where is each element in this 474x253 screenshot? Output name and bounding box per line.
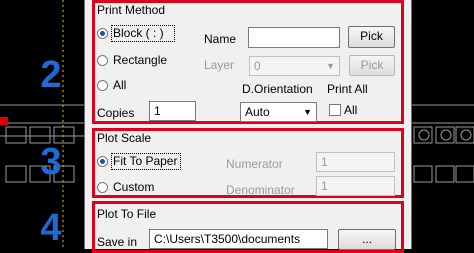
- layer-pick-button[interactable]: Pick: [349, 55, 395, 76]
- orientation-label: D.Orientation: [242, 82, 313, 96]
- print-method-title: Print Method: [97, 3, 166, 17]
- browse-button[interactable]: ...: [338, 229, 396, 250]
- numerator-label: Numerator: [226, 157, 283, 171]
- orientation-select-value: Auto: [245, 105, 270, 119]
- all-radio-label[interactable]: All: [113, 78, 126, 92]
- copies-label: Copies: [97, 106, 135, 120]
- layer-select[interactable]: 0 ▼: [249, 56, 340, 76]
- orientation-select[interactable]: Auto ▼: [240, 102, 317, 122]
- name-label: Name: [204, 32, 237, 46]
- all-radio[interactable]: [97, 80, 108, 91]
- step-number-3: 3: [40, 141, 62, 183]
- chevron-down-icon: ▼: [326, 61, 335, 71]
- block-radio-label[interactable]: Block ( : ): [113, 26, 164, 40]
- custom-label[interactable]: Custom: [113, 180, 154, 194]
- custom-radio[interactable]: [97, 182, 108, 193]
- denominator-label: Denominator: [226, 183, 295, 197]
- numerator-input[interactable]: 1: [316, 152, 395, 172]
- print-all-checkbox[interactable]: [329, 104, 341, 116]
- block-radio[interactable]: [97, 28, 108, 39]
- save-in-label: Save in: [97, 235, 138, 249]
- copies-input[interactable]: 1: [149, 101, 196, 121]
- step-number-2: 2: [40, 54, 62, 96]
- name-input[interactable]: [248, 27, 340, 48]
- chevron-down-icon: ▼: [303, 107, 312, 117]
- layer-label: Layer: [204, 58, 235, 72]
- name-pick-button[interactable]: Pick: [348, 26, 395, 48]
- rectangle-radio[interactable]: [97, 55, 108, 66]
- fit-to-paper-label[interactable]: Fit To Paper: [113, 154, 177, 168]
- print-all-label: Print All: [327, 82, 368, 96]
- print-all-checkbox-label[interactable]: All: [344, 103, 357, 117]
- layer-select-value: 0: [254, 59, 261, 73]
- denominator-input[interactable]: 1: [316, 176, 395, 196]
- plot-to-file-title: Plot To File: [97, 207, 157, 221]
- save-in-path-input[interactable]: C:\Users\T3500\documents: [149, 229, 328, 249]
- rectangle-radio-label[interactable]: Rectangle: [113, 53, 167, 67]
- step-number-4: 4: [40, 207, 62, 249]
- fit-to-paper-radio[interactable]: [97, 156, 108, 167]
- plot-scale-title: Plot Scale: [97, 131, 152, 145]
